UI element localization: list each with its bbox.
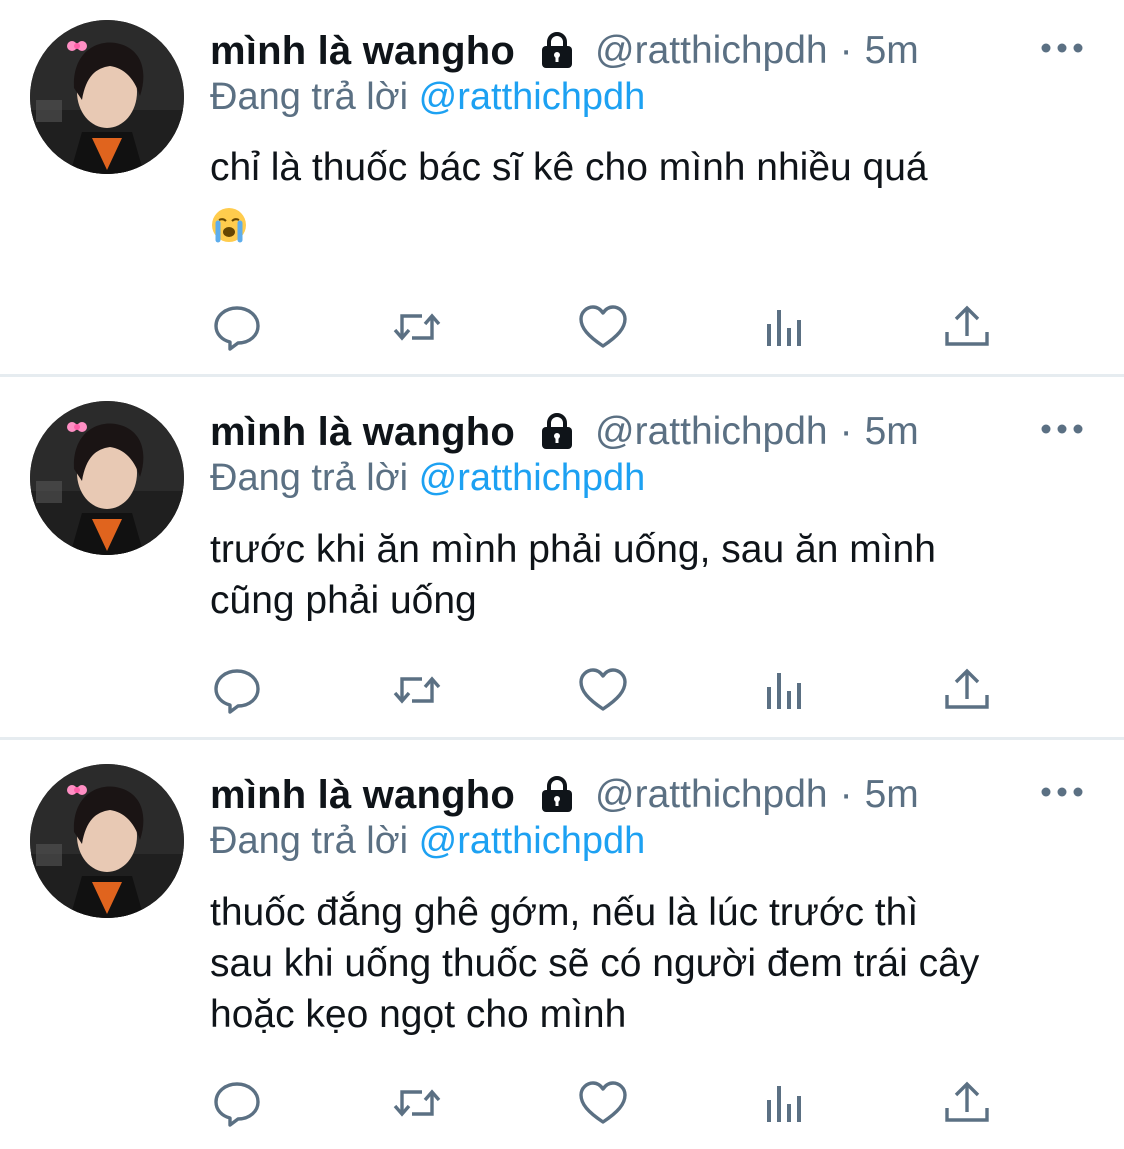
lock-icon: [537, 412, 577, 452]
tweet-text: chỉ là thuốc bác sĩ kê cho mình nhiều qu…: [210, 142, 1110, 257]
tweet-feed: mình là wangho @ratthichpdh · 5m Đang tr…: [0, 0, 1124, 1149]
tweet-item[interactable]: mình là wangho @ratthichpdh · 5m Đang tr…: [0, 377, 1124, 737]
separator: ·: [839, 29, 853, 72]
tweet-text: thuốc đắng ghê gớm, nếu là lúc trước thì…: [210, 887, 1110, 1040]
avatar[interactable]: [30, 401, 184, 555]
separator: ·: [839, 410, 853, 453]
reply-icon[interactable]: [212, 1078, 262, 1128]
retweet-icon[interactable]: [392, 665, 442, 715]
loudly-crying-face-emoji: [210, 206, 248, 244]
reply-icon[interactable]: [212, 665, 262, 715]
tweet-actions: [0, 302, 1124, 352]
reply-prefix: Đang trả lời: [210, 76, 409, 118]
share-icon[interactable]: [942, 1078, 992, 1128]
tweet-item[interactable]: mình là wangho @ratthichpdh · 5m Đang tr…: [0, 0, 1124, 374]
lock-icon: [537, 31, 577, 71]
display-name[interactable]: mình là wangho: [210, 773, 515, 818]
tweet-header: mình là wangho @ratthichpdh · 5m: [210, 770, 919, 820]
tweet-item[interactable]: mình là wangho @ratthichpdh · 5m Đang tr…: [0, 740, 1124, 1149]
tweet-text-line: thuốc đắng ghê gớm, nếu là lúc trước thì: [210, 891, 919, 934]
tweet-text-line: cũng phải uống: [210, 579, 477, 622]
more-icon[interactable]: [1040, 38, 1084, 58]
tweet-text: trước khi ăn mình phải uống, sau ăn mình…: [210, 524, 1110, 626]
tweet-text-line: hoặc kẹo ngọt cho mình: [210, 993, 627, 1036]
retweet-icon[interactable]: [392, 302, 442, 352]
retweet-icon[interactable]: [392, 1078, 442, 1128]
reply-handle-link[interactable]: @ratthichpdh: [419, 457, 646, 499]
analytics-icon[interactable]: [760, 1078, 810, 1128]
tweet-actions: [0, 1078, 1124, 1128]
tweet-header: mình là wangho @ratthichpdh · 5m: [210, 26, 919, 76]
more-icon[interactable]: [1040, 782, 1084, 802]
reply-prefix: Đang trả lời: [210, 820, 409, 862]
handle[interactable]: @ratthichpdh: [595, 773, 828, 817]
reply-handle-link[interactable]: @ratthichpdh: [419, 820, 646, 862]
reply-context: Đang trả lời @ratthichpdh: [210, 76, 645, 124]
timestamp[interactable]: 5m: [865, 773, 919, 817]
tweet-actions: [0, 665, 1124, 715]
handle[interactable]: @ratthichpdh: [595, 410, 828, 454]
tweet-header: mình là wangho @ratthichpdh · 5m: [210, 407, 919, 457]
display-name[interactable]: mình là wangho: [210, 29, 515, 74]
reply-icon[interactable]: [212, 302, 262, 352]
timestamp[interactable]: 5m: [865, 29, 919, 73]
like-icon[interactable]: [578, 665, 628, 715]
like-icon[interactable]: [578, 302, 628, 352]
lock-icon: [537, 775, 577, 815]
display-name[interactable]: mình là wangho: [210, 410, 515, 455]
separator: ·: [839, 773, 853, 816]
reply-handle-link[interactable]: @ratthichpdh: [419, 76, 646, 118]
timestamp[interactable]: 5m: [865, 410, 919, 454]
tweet-text-line: trước khi ăn mình phải uống, sau ăn mình: [210, 528, 936, 571]
avatar[interactable]: [30, 20, 184, 174]
reply-prefix: Đang trả lời: [210, 457, 409, 499]
more-icon[interactable]: [1040, 419, 1084, 439]
share-icon[interactable]: [942, 665, 992, 715]
analytics-icon[interactable]: [760, 302, 810, 352]
reply-context: Đang trả lời @ratthichpdh: [210, 457, 645, 505]
share-icon[interactable]: [942, 302, 992, 352]
tweet-text-line: chỉ là thuốc bác sĩ kê cho mình nhiều qu…: [210, 146, 928, 189]
like-icon[interactable]: [578, 1078, 628, 1128]
avatar[interactable]: [30, 764, 184, 918]
reply-context: Đang trả lời @ratthichpdh: [210, 820, 645, 868]
analytics-icon[interactable]: [760, 665, 810, 715]
tweet-text-line: sau khi uống thuốc sẽ có người đem trái …: [210, 942, 980, 985]
handle[interactable]: @ratthichpdh: [595, 29, 828, 73]
